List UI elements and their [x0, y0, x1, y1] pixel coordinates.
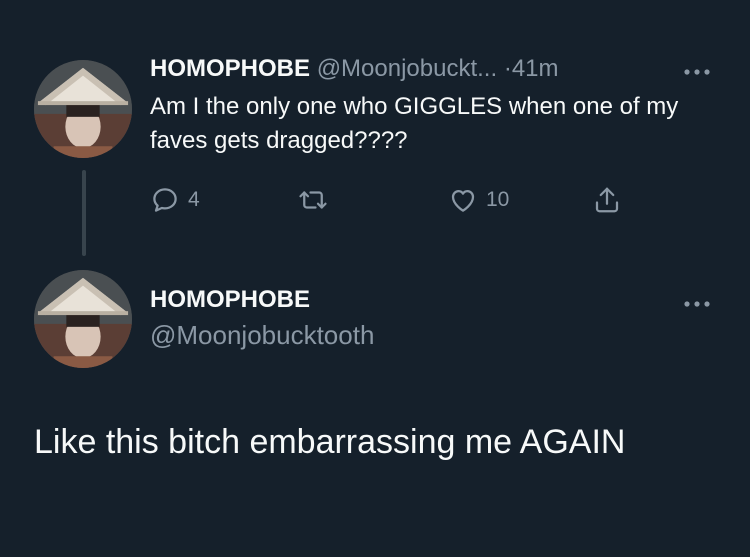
avatar-image: [34, 60, 132, 158]
tweet-header: HOMOPHOBE @Moonjobuckt... ·41m: [150, 55, 559, 83]
reply-button[interactable]: 4: [150, 180, 200, 220]
avatar[interactable]: [34, 270, 132, 368]
user-handle[interactable]: @Moonjobucktooth: [150, 320, 374, 351]
like-count: 10: [486, 188, 510, 211]
more-options-button[interactable]: [682, 60, 712, 82]
tweet-timestamp[interactable]: 41m: [512, 55, 559, 82]
reply-icon: [153, 188, 177, 212]
share-icon: [595, 187, 619, 213]
tweet-text: Am I the only one who GIGGLES when one o…: [150, 93, 679, 154]
avatar[interactable]: [34, 60, 132, 158]
more-options-button[interactable]: [682, 292, 712, 314]
more-horizontal-icon: [684, 69, 710, 75]
display-name[interactable]: HOMOPHOBE: [150, 286, 310, 314]
user-handle[interactable]: @Moonjobuckt...: [317, 55, 497, 82]
more-horizontal-icon: [684, 301, 710, 307]
retweet-button[interactable]: [298, 180, 336, 220]
retweet-icon: [299, 191, 327, 209]
reply-count: 4: [188, 188, 200, 211]
separator-dot: ·: [503, 55, 512, 82]
share-button[interactable]: [592, 180, 622, 220]
avatar-image: [34, 270, 132, 368]
thread-connector-line: [82, 170, 86, 256]
heart-icon: [451, 190, 475, 212]
tweet-actions: 4 10: [150, 180, 650, 220]
tweet-text: Like this bitch embarrassing me AGAIN: [34, 423, 626, 461]
display-name[interactable]: HOMOPHOBE: [150, 55, 310, 82]
like-button[interactable]: 10: [448, 180, 509, 220]
